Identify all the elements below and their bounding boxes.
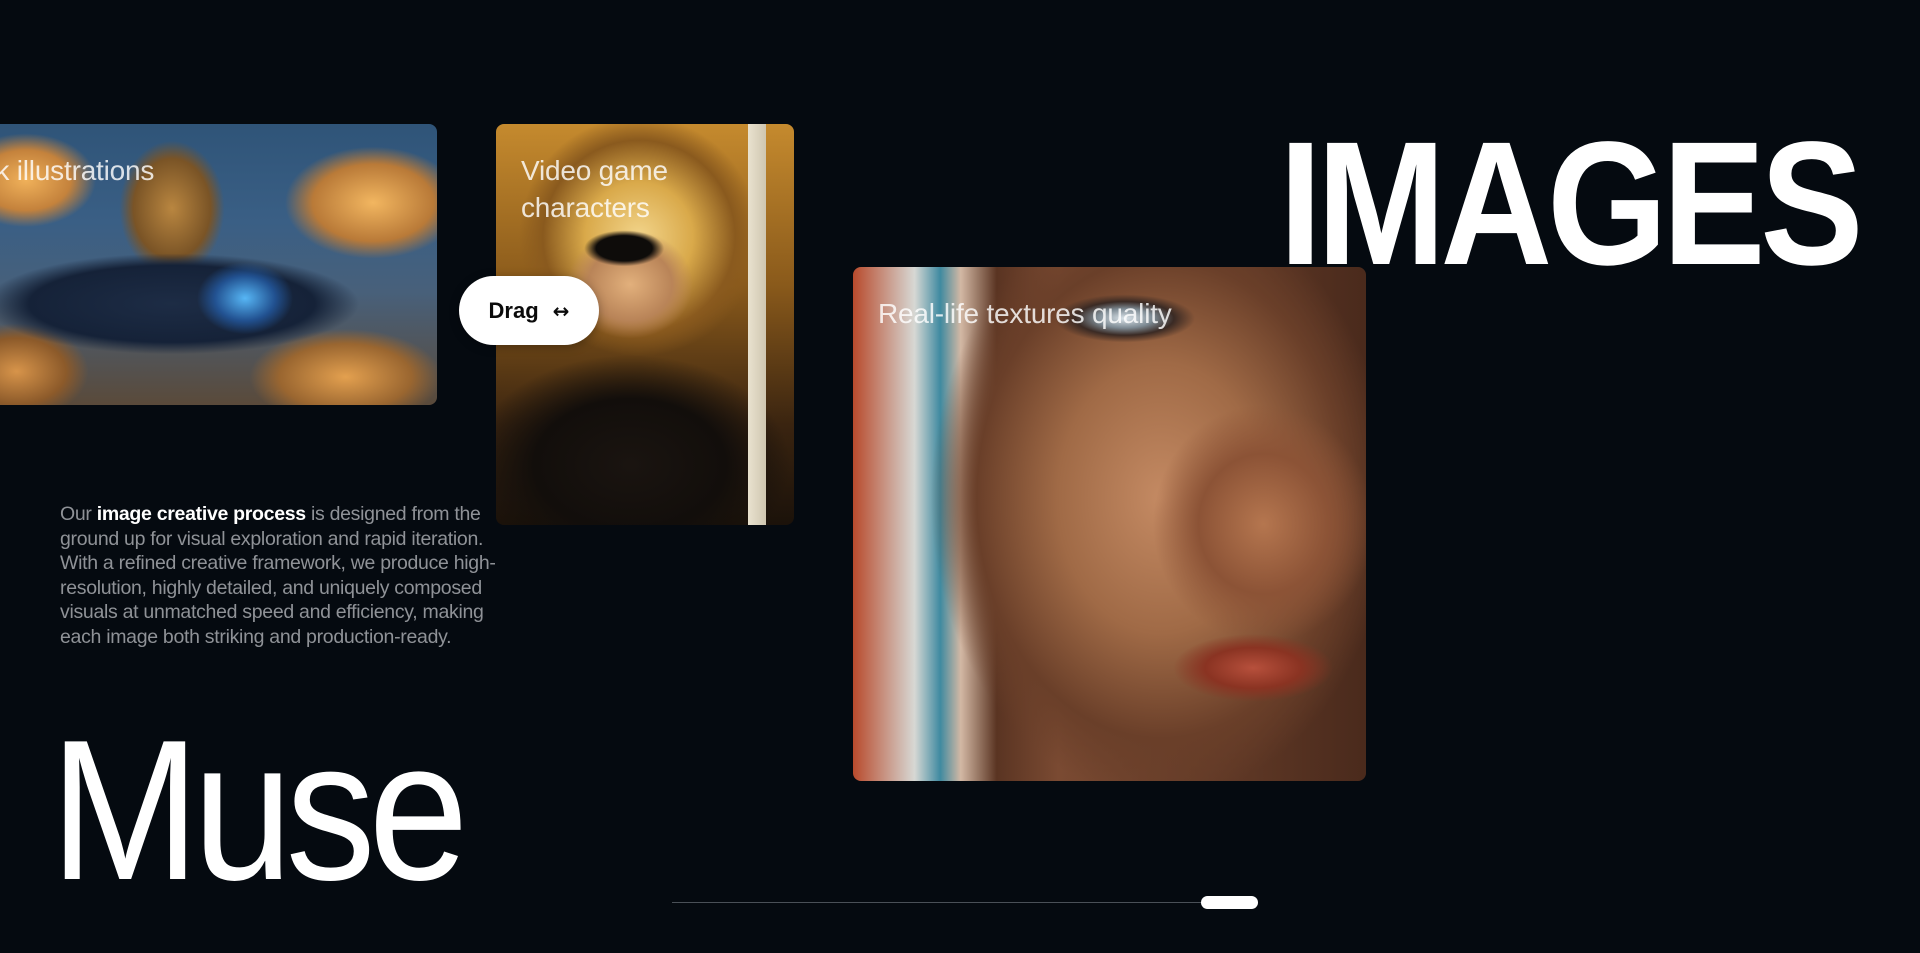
drag-button[interactable]: Drag ↔: [459, 276, 599, 345]
carousel-progress-thumb[interactable]: [1201, 896, 1258, 909]
muse-headline: Muse: [50, 699, 469, 922]
description-highlight: image creative process: [96, 503, 306, 525]
carousel-card-storybook-illustrations[interactable]: ok illustrations: [0, 124, 437, 405]
carousel-progress-track[interactable]: [672, 902, 1258, 903]
drag-button-label: Drag: [488, 297, 539, 323]
description-paragraph: Our image creative process is designed f…: [60, 502, 505, 649]
card-caption: Video game characters: [521, 155, 668, 223]
page-stage: ok illustrations Video game characters R…: [0, 0, 1920, 953]
description-intro: Our: [60, 503, 97, 525]
images-headline: IMAGES: [1278, 106, 1864, 302]
carousel-card-real-life-textures[interactable]: Real-life textures quality: [853, 267, 1366, 781]
card-caption: Real-life textures quality: [878, 298, 1172, 329]
left-right-arrow-icon: ↔: [552, 298, 570, 323]
realistic-face-image: [853, 267, 1366, 781]
card-caption: ok illustrations: [0, 155, 155, 186]
